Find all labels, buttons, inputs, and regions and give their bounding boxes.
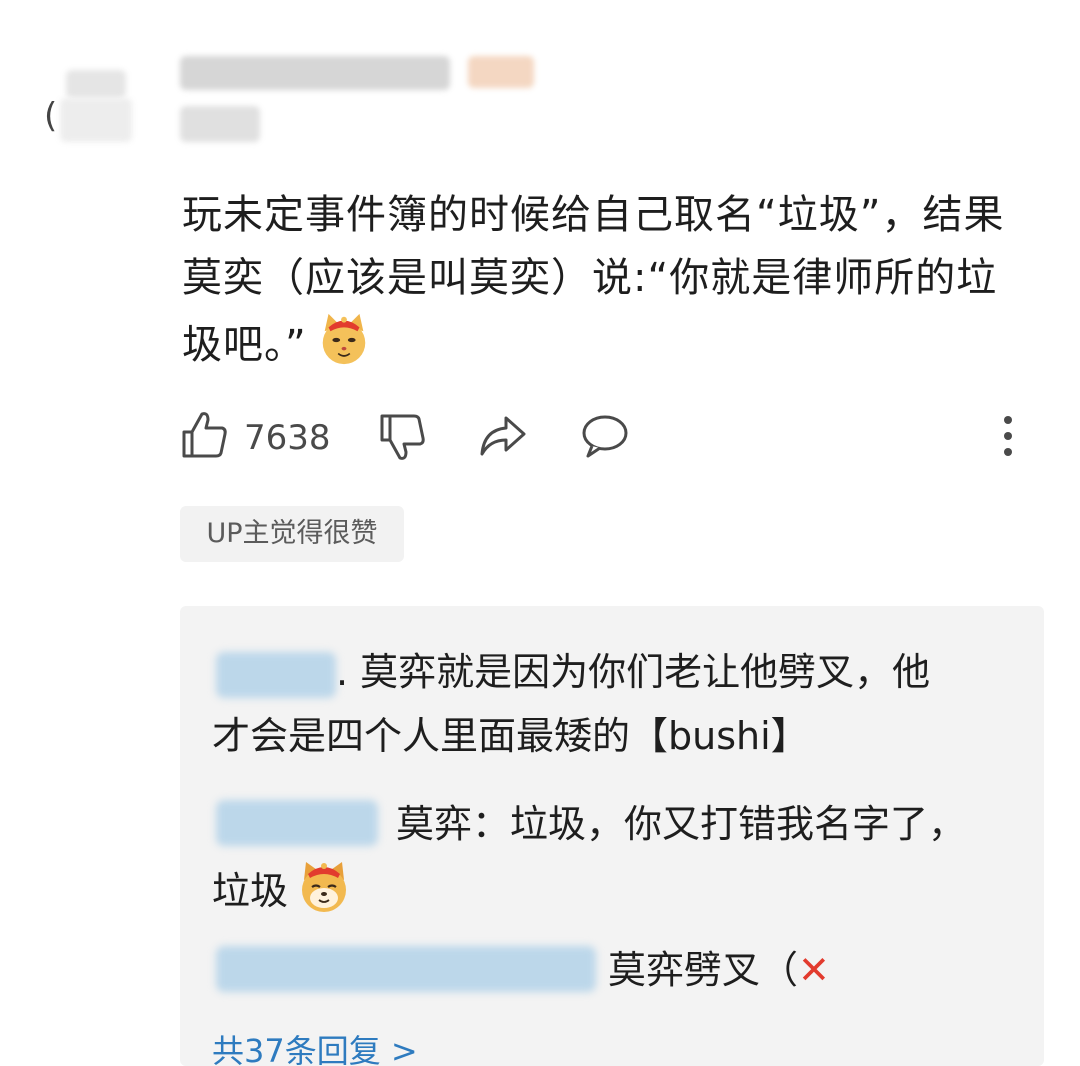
avatar-blur-top [66,70,126,98]
thumbs-down-icon[interactable] [378,412,426,466]
share-icon[interactable] [478,414,528,462]
up-liked-badge: UP主觉得很赞 [180,506,404,562]
comment-icon[interactable] [580,412,630,464]
replies-panel[interactable]: . 莫弈就是因为你们老让他劈叉，他才会是四个人里面最矮的【bushi】 莫弈：垃… [180,606,1044,1066]
user-level-blurred [468,56,534,88]
more-replies-link[interactable]: 共37条回复 > [212,1026,418,1066]
cross-mark-icon: ✕ [798,948,830,992]
reply-item: 莫弈劈叉（✕ [212,938,1012,1002]
avatar-blur-bottom [60,98,132,142]
thumbs-up-icon[interactable] [180,410,228,464]
reply-item: . 莫弈就是因为你们老让他劈叉，他才会是四个人里面最矮的【bushi】 [212,640,962,768]
cat-emoji-icon [315,310,373,387]
username-blurred[interactable] [180,56,450,90]
like-count: 7638 [244,418,331,458]
comment-actions: 7638 [180,410,1030,466]
comment-text: 玩未定事件簿的时候给自己取名“垃圾”，结果莫奕（应该是叫莫奕）说:“你就是律师所… [182,184,1032,387]
avatar[interactable]: ( [36,62,148,150]
reply-text: . 莫弈就是因为你们老让他劈叉，他才会是四个人里面最矮的【bushi】 [212,650,931,758]
avatar-paren: ( [44,96,58,136]
comment-body: 玩未定事件簿的时候给自己取名“垃圾”，结果莫奕（应该是叫莫奕）说:“你就是律师所… [182,192,1005,368]
dog-emoji-icon [294,856,354,935]
reply-item: 莫弈：垃圾，你又打错我名字了，垃圾 [212,792,972,935]
more-icon[interactable] [1002,414,1014,462]
reply-text: 莫弈劈叉（ [608,948,799,992]
post-date-blurred [180,106,260,142]
